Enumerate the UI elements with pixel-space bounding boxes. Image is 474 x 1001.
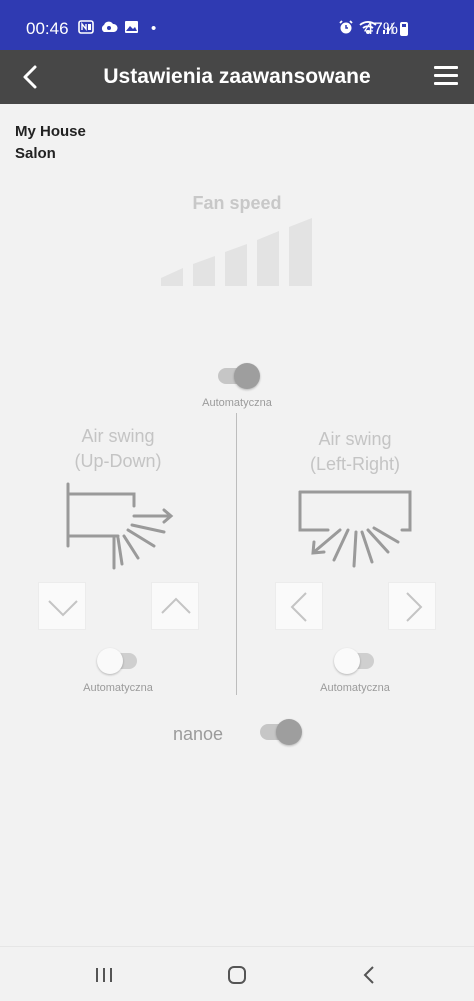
swing-up-down-title: Air swing (Up-Down) bbox=[74, 426, 162, 471]
recent-apps-icon[interactable] bbox=[90, 961, 118, 989]
fan-speed-label: Fan speed bbox=[192, 193, 282, 213]
status-bar: 00:46 • 47% bbox=[0, 0, 474, 50]
fan-speed-level-4[interactable] bbox=[257, 231, 279, 286]
swing-up-down-auto-label: Automatyczna bbox=[83, 682, 153, 694]
status-dot: • bbox=[151, 20, 157, 37]
alarm-icon bbox=[339, 20, 353, 34]
nfc-icon bbox=[78, 20, 94, 34]
nav-back-icon[interactable] bbox=[356, 961, 384, 989]
status-time: 00:46 bbox=[26, 19, 69, 38]
status-left-icons: • bbox=[78, 20, 156, 37]
room-name: Salon bbox=[15, 145, 56, 162]
chevron-down-icon bbox=[48, 600, 78, 617]
home-name: My House bbox=[15, 123, 86, 140]
swing-left-right-auto-toggle[interactable] bbox=[334, 648, 376, 674]
chevron-up-icon bbox=[161, 597, 191, 614]
fan-speed-level-1[interactable] bbox=[161, 268, 183, 286]
auto-mode-toggle[interactable] bbox=[216, 363, 260, 389]
swing-left-button[interactable] bbox=[275, 582, 323, 630]
cloud-icon bbox=[101, 21, 118, 32]
fan-speed-bars[interactable] bbox=[161, 218, 313, 286]
battery-percent: 47% bbox=[363, 19, 398, 38]
chevron-right-icon bbox=[406, 592, 423, 622]
swing-down-button[interactable] bbox=[38, 582, 86, 630]
swing-up-down-icon bbox=[66, 482, 174, 570]
swing-up-button[interactable] bbox=[151, 582, 199, 630]
swing-up-down-auto-toggle[interactable] bbox=[97, 648, 139, 674]
swing-right-button[interactable] bbox=[388, 582, 436, 630]
fan-speed-level-2[interactable] bbox=[193, 256, 215, 286]
system-nav-bar bbox=[0, 946, 474, 1001]
battery-icon bbox=[400, 22, 408, 36]
swing-left-right-title: Air swing (Left-Right) bbox=[309, 429, 401, 474]
home-icon[interactable] bbox=[223, 961, 251, 989]
nanoe-label: nanoe bbox=[173, 724, 224, 744]
fan-speed-level-5[interactable] bbox=[289, 218, 312, 286]
swing-left-right-icon bbox=[298, 490, 412, 568]
section-divider bbox=[236, 413, 237, 695]
app-bar: Ustawienia zaawansowane bbox=[0, 50, 474, 104]
swing-left-right-auto-label: Automatyczna bbox=[320, 682, 390, 694]
auto-mode-label: Automatyczna bbox=[202, 397, 272, 409]
menu-icon[interactable] bbox=[434, 66, 458, 88]
image-icon bbox=[125, 21, 138, 33]
location: My House Salon bbox=[15, 121, 86, 165]
page-title: Ustawienia zaawansowane bbox=[103, 65, 371, 88]
nanoe-toggle[interactable] bbox=[258, 719, 302, 745]
chevron-left-icon bbox=[290, 592, 307, 622]
fan-speed-level-3[interactable] bbox=[225, 244, 247, 286]
